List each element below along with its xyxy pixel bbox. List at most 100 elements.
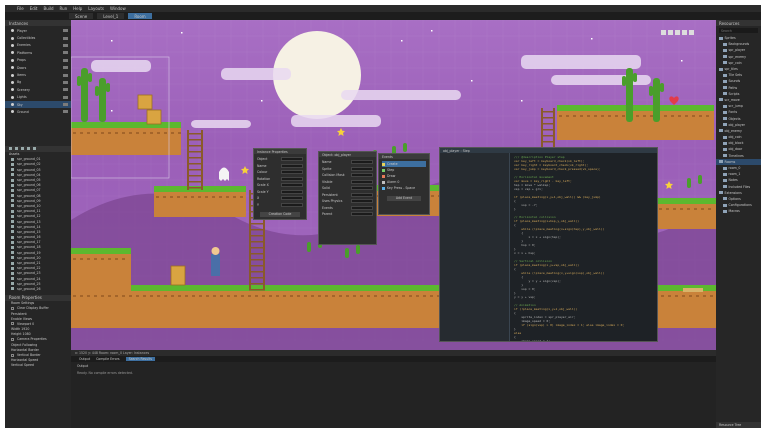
layer-row[interactable]: Scenery bbox=[5, 86, 71, 93]
zoom-in-icon[interactable] bbox=[661, 30, 666, 35]
menu-item-edit[interactable]: Edit bbox=[30, 6, 38, 11]
add-event-button[interactable]: Add Event bbox=[387, 196, 421, 201]
instance-value[interactable] bbox=[281, 189, 303, 194]
object-value[interactable] bbox=[351, 212, 373, 217]
layer-row[interactable]: Props bbox=[5, 57, 71, 64]
menu-item-build[interactable]: Build bbox=[43, 6, 53, 11]
visibility-icon[interactable] bbox=[63, 36, 68, 40]
object-value[interactable] bbox=[351, 199, 373, 204]
checkbox[interactable] bbox=[11, 337, 14, 341]
tab-room[interactable]: Room bbox=[128, 13, 152, 19]
instance-value[interactable] bbox=[281, 183, 303, 188]
layer-row[interactable]: Enemies bbox=[5, 42, 71, 49]
platform-right-brick bbox=[666, 208, 669, 210]
object-value[interactable] bbox=[351, 160, 373, 165]
ground-brick bbox=[171, 295, 174, 297]
instance-value[interactable] bbox=[281, 170, 303, 175]
layer-row[interactable]: Sky bbox=[5, 100, 71, 109]
visibility-icon[interactable] bbox=[63, 88, 68, 92]
output-tab[interactable]: Compile Errors bbox=[96, 357, 119, 361]
event-icon bbox=[382, 186, 385, 190]
object-value[interactable] bbox=[351, 179, 373, 184]
instance-value[interactable] bbox=[281, 196, 303, 201]
fullscreen-icon[interactable] bbox=[689, 30, 694, 35]
up-icon[interactable] bbox=[27, 147, 30, 151]
sprite-icon bbox=[11, 235, 14, 239]
visibility-icon[interactable] bbox=[63, 73, 68, 77]
resource-label: Sounds bbox=[728, 79, 741, 84]
visibility-icon[interactable] bbox=[63, 103, 68, 107]
object-value[interactable] bbox=[351, 205, 373, 210]
layer-row[interactable]: Lights bbox=[5, 94, 71, 101]
instances-header: Instances bbox=[5, 20, 71, 26]
layer-row[interactable]: Doors bbox=[5, 64, 71, 71]
asset-row[interactable]: spr_ground_26 bbox=[5, 286, 71, 291]
visibility-icon[interactable] bbox=[63, 51, 68, 55]
visibility-icon[interactable] bbox=[63, 110, 68, 114]
layer-row[interactable]: Items bbox=[5, 71, 71, 78]
code-text[interactable]: /// @description Player step var key_left… bbox=[510, 153, 628, 341]
menu-item-help[interactable]: Help bbox=[73, 6, 82, 11]
tab-scene[interactable]: Scene bbox=[69, 13, 94, 19]
star bbox=[591, 38, 593, 40]
down-icon[interactable] bbox=[33, 147, 36, 151]
object-window[interactable]: Object: obj_player Name Sprite Collision M… bbox=[318, 151, 377, 245]
property-row[interactable]: Vertical Speed bbox=[5, 363, 71, 368]
resource-icon bbox=[723, 86, 727, 90]
output-tab[interactable]: Output bbox=[79, 357, 90, 361]
platform-upper-right-brick bbox=[608, 115, 611, 117]
layer-row[interactable]: Ground bbox=[5, 108, 71, 115]
platform-upper-right-brick bbox=[685, 115, 688, 117]
platform-upper-right-brick bbox=[573, 115, 576, 117]
add-icon[interactable] bbox=[9, 147, 12, 151]
instance-field[interactable]: Y bbox=[257, 202, 303, 209]
instance-value[interactable] bbox=[281, 176, 303, 181]
folder-icon[interactable] bbox=[21, 147, 24, 151]
object-value[interactable] bbox=[351, 173, 373, 178]
layer-row[interactable]: Platforms bbox=[5, 49, 71, 56]
visibility-icon[interactable] bbox=[63, 95, 68, 99]
platform-upper-left-dirt bbox=[71, 127, 181, 155]
checkbox[interactable] bbox=[11, 322, 14, 326]
creation-code-button[interactable]: Creation Code bbox=[260, 212, 300, 217]
cactus-arm bbox=[77, 76, 81, 86]
grid-icon[interactable] bbox=[675, 30, 680, 35]
object-value[interactable] bbox=[351, 166, 373, 171]
visibility-icon[interactable] bbox=[63, 43, 68, 47]
instance-properties-window[interactable]: Instance Properties Object Name Colour Rota… bbox=[253, 148, 307, 220]
layer-row[interactable]: Player bbox=[5, 27, 71, 34]
delete-icon[interactable] bbox=[15, 147, 18, 151]
player-head bbox=[211, 247, 220, 255]
object-value[interactable] bbox=[351, 186, 373, 191]
fit-icon[interactable] bbox=[682, 30, 687, 35]
visibility-icon[interactable] bbox=[63, 29, 68, 33]
event-item[interactable]: Key Press - Space bbox=[382, 185, 426, 191]
zoom-out-icon[interactable] bbox=[668, 30, 673, 35]
menu-item-file[interactable]: File bbox=[17, 6, 24, 11]
visibility-icon[interactable] bbox=[63, 80, 68, 84]
checkbox[interactable] bbox=[11, 306, 14, 310]
layer-row[interactable]: Collectibles bbox=[5, 34, 71, 41]
object-value[interactable] bbox=[351, 192, 373, 197]
resource-item[interactable]: Macros bbox=[716, 208, 761, 214]
instance-value[interactable] bbox=[281, 157, 303, 162]
sprite-icon bbox=[11, 209, 14, 213]
menu-item-window[interactable]: Window bbox=[110, 6, 126, 11]
resource-search[interactable]: Search bbox=[719, 28, 758, 33]
checkbox[interactable] bbox=[11, 353, 14, 357]
visibility-icon[interactable] bbox=[63, 66, 68, 70]
menu-item-layouts[interactable]: Layouts bbox=[88, 6, 104, 11]
cloud bbox=[521, 55, 641, 69]
instance-value[interactable] bbox=[281, 202, 303, 207]
platform-upper-right-brick bbox=[622, 115, 625, 117]
tab-level-1[interactable]: Level_1 bbox=[97, 13, 125, 19]
events-window[interactable]: Events Create Step Draw Alarm 0 Key Press - … bbox=[378, 153, 430, 215]
instance-value[interactable] bbox=[281, 163, 303, 168]
layer-row[interactable]: Bg bbox=[5, 79, 71, 86]
code-editor-window[interactable]: obj_player : Step /// @description Playe… bbox=[439, 147, 658, 342]
menu-item-run[interactable]: Run bbox=[60, 6, 68, 11]
object-field[interactable]: Parent bbox=[322, 211, 373, 218]
output-tab[interactable]: Search Results bbox=[125, 357, 156, 361]
room-editor-canvas[interactable]: Instance Properties Object Name Colour Rota… bbox=[71, 20, 716, 350]
visibility-icon[interactable] bbox=[63, 58, 68, 62]
